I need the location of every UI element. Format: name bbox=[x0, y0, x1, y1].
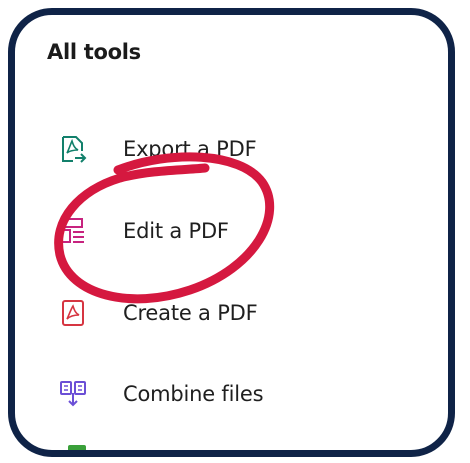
tools-panel: All tools Export a PDF Edit a PDF Create… bbox=[8, 8, 455, 457]
tool-label: Combine files bbox=[123, 382, 264, 406]
export-pdf-icon bbox=[59, 134, 87, 164]
tool-label: Create a PDF bbox=[123, 301, 258, 325]
tool-edit-pdf[interactable]: Edit a PDF bbox=[59, 209, 229, 253]
edit-pdf-icon bbox=[59, 216, 87, 246]
tool-create-pdf[interactable]: Create a PDF bbox=[59, 291, 258, 335]
combine-files-icon bbox=[59, 379, 87, 409]
tool-label: Edit a PDF bbox=[123, 219, 229, 243]
tool-export-pdf[interactable]: Export a PDF bbox=[59, 127, 257, 171]
create-pdf-icon bbox=[59, 298, 87, 328]
partially-visible-tool-icon bbox=[68, 445, 86, 450]
tool-label: Export a PDF bbox=[123, 137, 257, 161]
panel-title: All tools bbox=[47, 40, 141, 64]
tool-combine-files[interactable]: Combine files bbox=[59, 372, 264, 416]
